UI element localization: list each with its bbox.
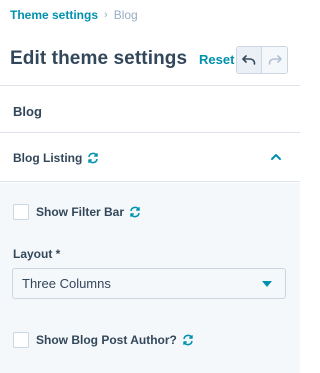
blog-listing-title: Blog Listing (13, 151, 83, 165)
show-author-label: Show Blog Post Author? (36, 333, 177, 347)
sync-icon (88, 152, 99, 164)
reset-button[interactable]: Reset (199, 52, 234, 67)
header: Edit theme settings Reset (0, 34, 300, 86)
show-filter-bar-row[interactable]: Show Filter Bar (13, 204, 141, 220)
section-title: Blog (13, 104, 42, 119)
breadcrumb: Theme settings › Blog (10, 7, 138, 23)
redo-button[interactable] (262, 47, 287, 73)
layout-label: Layout * (13, 247, 61, 261)
show-filter-bar-label: Show Filter Bar (36, 205, 125, 219)
layout-select-value: Three Columns (22, 276, 111, 291)
page-title: Edit theme settings (10, 48, 188, 69)
show-filter-bar-checkbox[interactable] (13, 204, 29, 220)
undo-button[interactable] (237, 47, 263, 73)
breadcrumb-theme-settings-link[interactable]: Theme settings (10, 8, 98, 22)
undo-redo-group (236, 46, 288, 74)
layout-select[interactable]: Three Columns (12, 268, 286, 299)
caret-down-icon (262, 281, 272, 287)
breadcrumb-separator: › (104, 9, 108, 21)
chevron-up-icon[interactable] (270, 152, 282, 162)
sync-icon (183, 334, 193, 346)
show-author-row[interactable]: Show Blog Post Author? (13, 332, 194, 348)
show-author-checkbox[interactable] (13, 332, 29, 348)
breadcrumb-current: Blog (113, 8, 138, 22)
blog-listing-panel: Show Filter Bar Layout * Three Columns S… (0, 183, 300, 373)
blog-listing-title-wrap: Blog Listing (13, 151, 99, 165)
blog-listing-accordion-header[interactable]: Blog Listing (0, 134, 300, 182)
undo-icon (242, 55, 256, 65)
sync-icon (130, 206, 140, 218)
redo-icon (268, 55, 282, 65)
section-blog: Blog (0, 87, 300, 133)
